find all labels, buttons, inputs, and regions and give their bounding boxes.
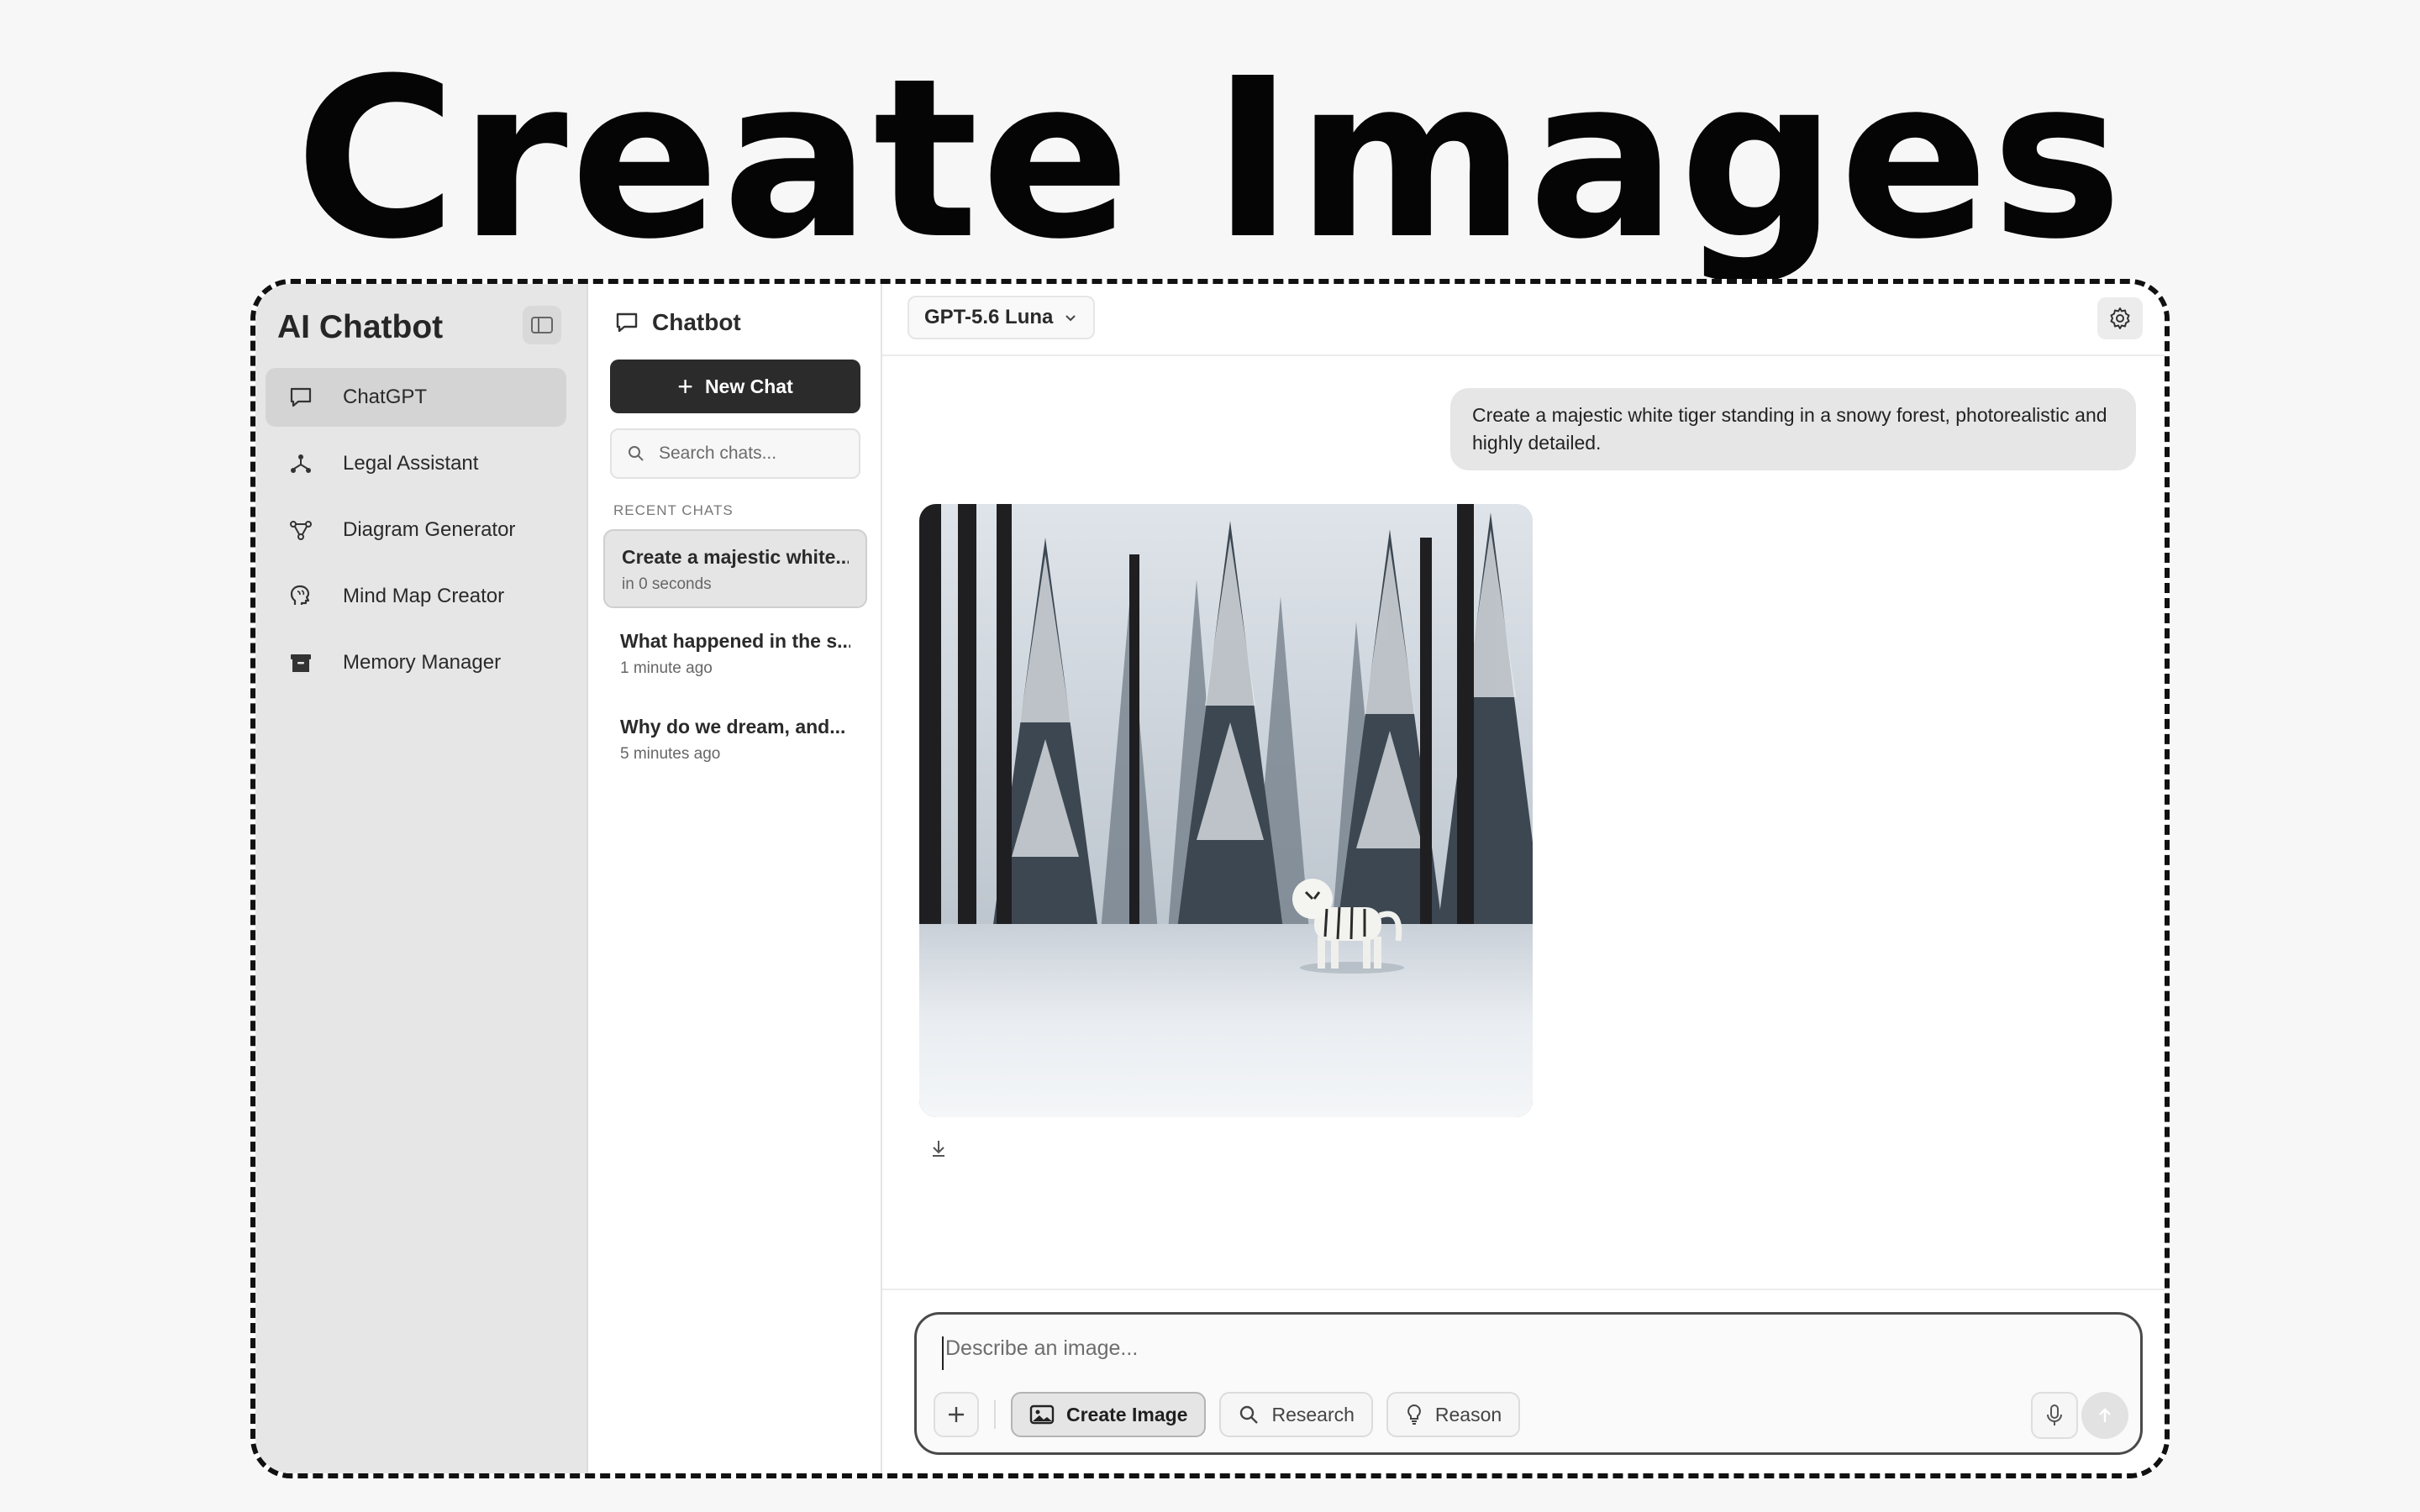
app-title: AI Chatbot bbox=[277, 309, 444, 345]
recent-chats-heading: RECENT CHATS bbox=[613, 502, 734, 518]
page-headline: Create Images bbox=[295, 31, 2125, 287]
sidebar-nav: ChatGPT Legal Assistant Diagram Generato… bbox=[266, 368, 566, 700]
conversation-topbar: GPT-5.6 Luna bbox=[882, 284, 2165, 356]
model-name: GPT-5.6 Luna bbox=[924, 306, 1054, 328]
composer-area: Create Image Research Reas bbox=[882, 1289, 2165, 1473]
research-button[interactable]: Research bbox=[1219, 1392, 1373, 1437]
gear-icon bbox=[2110, 307, 2130, 329]
research-label: Research bbox=[1271, 1403, 1355, 1425]
sidebar-item-memory-manager[interactable]: Memory Manager bbox=[266, 633, 566, 692]
sidebar-item-label: ChatGPT bbox=[343, 386, 428, 408]
lightbulb-icon bbox=[1405, 1403, 1423, 1426]
chat-bubble-icon bbox=[286, 382, 316, 412]
create-image-label: Create Image bbox=[1066, 1403, 1188, 1425]
generated-image[interactable] bbox=[919, 504, 1533, 1117]
chat-item-title: Why do we dream, and... bbox=[620, 716, 846, 738]
sidebar-item-label: Mind Map Creator bbox=[343, 585, 505, 607]
prompt-input[interactable] bbox=[942, 1336, 1950, 1370]
sidebar-item-label: Memory Manager bbox=[343, 651, 502, 674]
diagram-icon bbox=[286, 515, 316, 545]
search-icon bbox=[1238, 1404, 1260, 1425]
send-button[interactable] bbox=[2081, 1392, 2128, 1439]
recent-chats-list: Create a majestic white... in 0 seconds … bbox=[603, 529, 867, 786]
arrow-up-icon bbox=[2099, 1408, 2111, 1422]
chat-item-title: What happened in the s... bbox=[620, 630, 850, 652]
model-selector[interactable]: GPT-5.6 Luna bbox=[908, 296, 1096, 339]
chat-bubble-icon bbox=[616, 312, 638, 333]
sidebar-item-mind-map-creator[interactable]: Mind Map Creator bbox=[266, 567, 566, 626]
sidebar-item-label: Legal Assistant bbox=[343, 452, 479, 475]
reason-button[interactable]: Reason bbox=[1386, 1392, 1521, 1437]
sidebar-item-legal-assistant[interactable]: Legal Assistant bbox=[266, 434, 566, 493]
new-chat-label: New Chat bbox=[704, 375, 793, 397]
new-chat-button[interactable]: + New Chat bbox=[610, 360, 860, 413]
chat-list-header: Chatbot bbox=[613, 309, 741, 336]
chat-list-panel: Chatbot + New Chat RECENT CHATS Create a… bbox=[588, 284, 882, 1473]
download-icon bbox=[933, 1141, 944, 1157]
search-chats-input[interactable] bbox=[659, 444, 852, 464]
sidebar-toggle-button[interactable] bbox=[523, 306, 561, 344]
create-image-button[interactable]: Create Image bbox=[1011, 1392, 1207, 1437]
toolbar-divider bbox=[994, 1400, 996, 1429]
sidebar: AI Chatbot ChatGPT Legal Assistant Diagr… bbox=[255, 284, 588, 1473]
plus-icon: + bbox=[677, 371, 693, 402]
sidebar-toggle-icon bbox=[531, 317, 553, 333]
plus-icon bbox=[949, 1407, 964, 1422]
sidebar-item-label: Diagram Generator bbox=[343, 518, 516, 541]
composer-box: Create Image Research Reas bbox=[914, 1312, 2143, 1455]
chat-item-title: Create a majestic white... bbox=[622, 546, 849, 568]
chat-item-time: in 0 seconds bbox=[622, 575, 712, 593]
chat-item-time: 5 minutes ago bbox=[620, 745, 721, 763]
microphone-icon bbox=[2047, 1404, 2062, 1425]
network-icon bbox=[286, 449, 316, 479]
search-chats-box[interactable] bbox=[610, 428, 860, 479]
attach-button[interactable] bbox=[934, 1392, 979, 1437]
chat-list-item[interactable]: What happened in the s... 1 minute ago bbox=[603, 615, 867, 694]
chevron-down-icon bbox=[1063, 310, 1078, 325]
composer-toolbar: Create Image Research Reason bbox=[934, 1392, 1534, 1437]
chat-list-item[interactable]: Create a majestic white... in 0 seconds bbox=[603, 529, 867, 608]
user-message-bubble: Create a majestic white tiger standing i… bbox=[1450, 388, 2136, 470]
image-icon bbox=[1029, 1404, 1055, 1425]
sidebar-item-chatgpt[interactable]: ChatGPT bbox=[266, 368, 566, 427]
voice-input-button[interactable] bbox=[2031, 1392, 2078, 1439]
settings-button[interactable] bbox=[2097, 297, 2143, 339]
sidebar-item-diagram-generator[interactable]: Diagram Generator bbox=[266, 501, 566, 559]
app-window: AI Chatbot ChatGPT Legal Assistant Diagr… bbox=[250, 279, 2170, 1478]
reason-label: Reason bbox=[1434, 1403, 1502, 1425]
conversation-area: GPT-5.6 Luna Create a majestic white tig… bbox=[882, 284, 2165, 1473]
download-image-button[interactable] bbox=[926, 1136, 951, 1161]
chat-list-title: Chatbot bbox=[652, 309, 741, 335]
chat-item-time: 1 minute ago bbox=[620, 659, 713, 677]
archive-icon bbox=[286, 648, 316, 678]
brain-icon bbox=[286, 581, 316, 612]
chat-list-item[interactable]: Why do we dream, and... 5 minutes ago bbox=[603, 701, 867, 780]
search-icon bbox=[629, 446, 644, 461]
